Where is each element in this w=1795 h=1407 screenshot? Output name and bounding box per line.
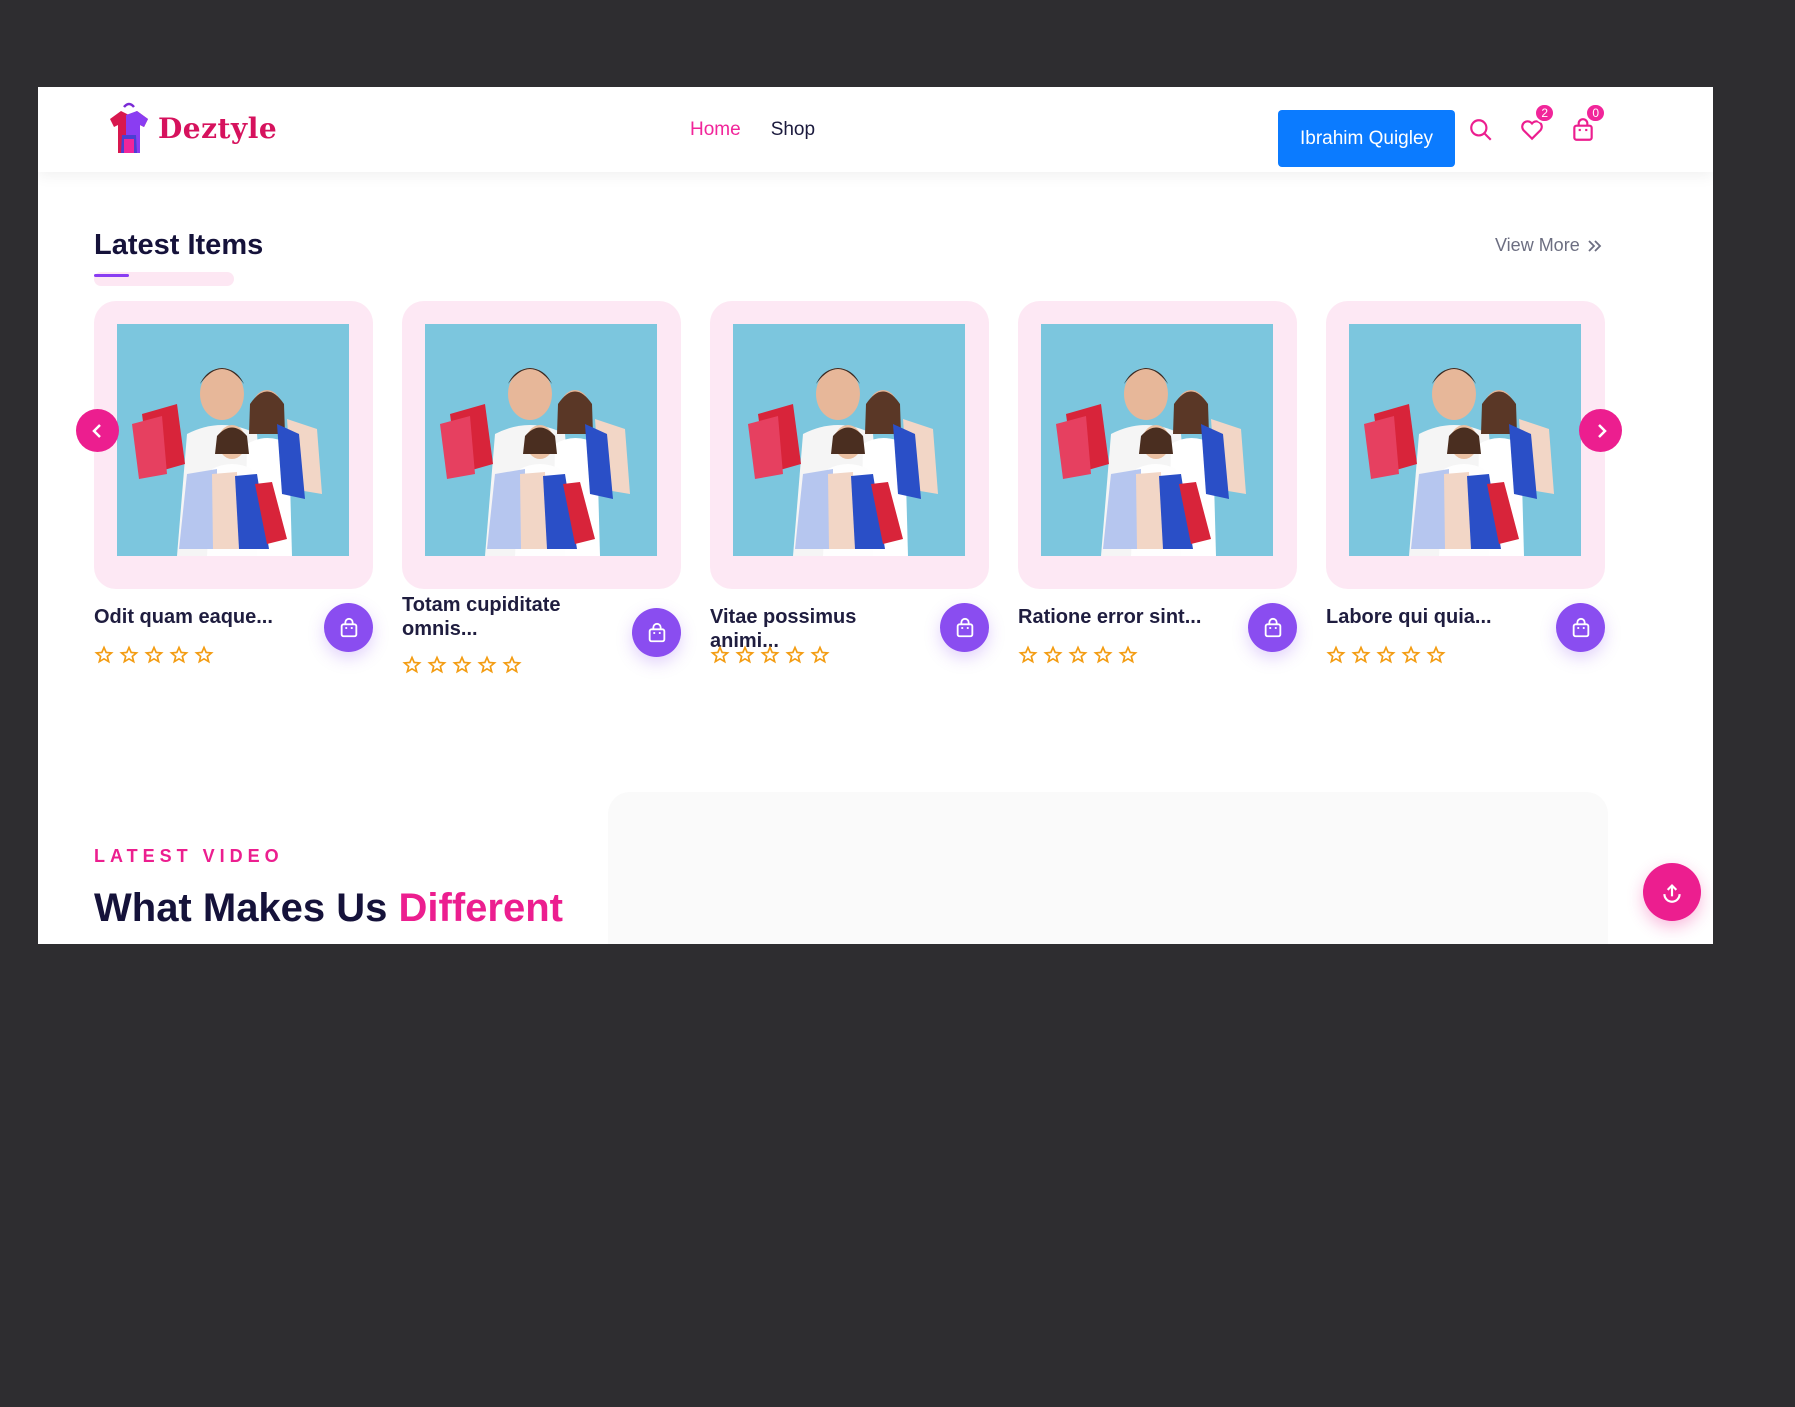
add-to-cart-button[interactable] bbox=[1556, 603, 1605, 652]
wishlist-button[interactable]: 2 bbox=[1517, 103, 1555, 145]
page-viewport: Deztyle Home Shop Ibrahim Quigley 2 0 La… bbox=[38, 87, 1713, 944]
brand-logo[interactable]: Deztyle bbox=[104, 99, 277, 157]
cart-count-badge: 0 bbox=[1585, 103, 1606, 123]
section-title: Latest Items bbox=[94, 229, 264, 261]
view-more-link[interactable]: View More bbox=[1495, 235, 1602, 256]
view-more-label: View More bbox=[1495, 235, 1580, 255]
nav-home[interactable]: Home bbox=[690, 119, 741, 141]
arrow-up-circle-icon bbox=[1663, 883, 1681, 903]
rating-stars bbox=[94, 645, 214, 665]
star-icon bbox=[169, 645, 189, 665]
video-section-heading: What Makes Us Different bbox=[94, 886, 563, 931]
nav-shop[interactable]: Shop bbox=[771, 119, 815, 141]
rating-stars bbox=[710, 645, 830, 665]
star-icon bbox=[1043, 645, 1063, 665]
star-icon bbox=[452, 655, 472, 675]
product-image-frame bbox=[1326, 301, 1605, 589]
star-icon bbox=[144, 645, 164, 665]
main-nav: Home Shop bbox=[690, 119, 815, 141]
star-icon bbox=[1093, 645, 1113, 665]
star-icon bbox=[502, 655, 522, 675]
chevron-left-icon bbox=[91, 423, 101, 438]
shopping-bag-icon bbox=[340, 617, 357, 637]
chevron-right-icon bbox=[1597, 423, 1607, 438]
product-image[interactable] bbox=[117, 324, 349, 556]
product-image[interactable] bbox=[1041, 324, 1273, 556]
site-header: Deztyle Home Shop Ibrahim Quigley 2 0 bbox=[38, 87, 1713, 172]
carousel-next-button[interactable] bbox=[1579, 409, 1622, 452]
product-card[interactable]: Ratione error sint... bbox=[1018, 301, 1297, 664]
product-name[interactable]: Totam cupiditate omnis... bbox=[402, 593, 622, 641]
shopping-bag-icon bbox=[956, 617, 973, 637]
shopping-bag-icon bbox=[648, 622, 665, 642]
star-icon bbox=[194, 645, 214, 665]
star-icon bbox=[119, 645, 139, 665]
star-icon bbox=[1118, 645, 1138, 665]
star-icon bbox=[735, 645, 755, 665]
heading-highlight: Different bbox=[398, 886, 563, 930]
add-to-cart-button[interactable] bbox=[632, 608, 681, 657]
product-name[interactable]: Odit quam eaque... bbox=[94, 605, 314, 629]
product-name[interactable]: Labore qui quia... bbox=[1326, 605, 1546, 629]
star-icon bbox=[1351, 645, 1371, 665]
shopping-bag-icon bbox=[1264, 617, 1281, 637]
product-card[interactable]: Labore qui quia... bbox=[1326, 301, 1605, 664]
double-chevron-right-icon bbox=[1588, 239, 1601, 252]
product-image-frame bbox=[402, 301, 681, 589]
brand-name: Deztyle bbox=[158, 111, 278, 145]
star-icon bbox=[94, 645, 114, 665]
star-icon bbox=[477, 655, 497, 675]
shopping-bag-icon bbox=[1572, 617, 1589, 637]
video-panel[interactable] bbox=[608, 792, 1608, 944]
product-image[interactable] bbox=[425, 324, 657, 556]
star-icon bbox=[785, 645, 805, 665]
shirt-logo-icon bbox=[104, 99, 154, 157]
title-underline bbox=[94, 274, 129, 277]
carousel-prev-button[interactable] bbox=[76, 409, 119, 452]
wishlist-count-badge: 2 bbox=[1534, 103, 1555, 123]
product-image[interactable] bbox=[733, 324, 965, 556]
add-to-cart-button[interactable] bbox=[324, 603, 373, 652]
add-to-cart-button[interactable] bbox=[1248, 603, 1297, 652]
product-image-frame bbox=[710, 301, 989, 589]
star-icon bbox=[1326, 645, 1346, 665]
star-icon bbox=[427, 655, 447, 675]
scroll-to-top-button[interactable] bbox=[1643, 863, 1701, 921]
cart-button[interactable]: 0 bbox=[1568, 103, 1606, 145]
rating-stars bbox=[402, 655, 522, 675]
add-to-cart-button[interactable] bbox=[940, 603, 989, 652]
star-icon bbox=[1376, 645, 1396, 665]
star-icon bbox=[760, 645, 780, 665]
product-name[interactable]: Ratione error sint... bbox=[1018, 605, 1238, 629]
star-icon bbox=[402, 655, 422, 675]
product-card[interactable]: Vitae possimus animi... bbox=[710, 301, 989, 664]
product-image-frame bbox=[1018, 301, 1297, 589]
heading-text: What Makes Us bbox=[94, 886, 399, 930]
star-icon bbox=[1401, 645, 1421, 665]
video-section-tag: LATEST VIDEO bbox=[94, 846, 284, 866]
search-icon[interactable] bbox=[1466, 115, 1496, 145]
star-icon bbox=[1018, 645, 1038, 665]
rating-stars bbox=[1326, 645, 1446, 665]
star-icon bbox=[810, 645, 830, 665]
product-image[interactable] bbox=[1349, 324, 1581, 556]
product-card[interactable]: Totam cupiditate omnis... bbox=[402, 301, 681, 674]
star-icon bbox=[710, 645, 730, 665]
product-card[interactable]: Odit quam eaque... bbox=[94, 301, 373, 664]
user-account-button[interactable]: Ibrahim Quigley bbox=[1278, 110, 1455, 167]
star-icon bbox=[1068, 645, 1088, 665]
star-icon bbox=[1426, 645, 1446, 665]
rating-stars bbox=[1018, 645, 1138, 665]
product-image-frame bbox=[94, 301, 373, 589]
